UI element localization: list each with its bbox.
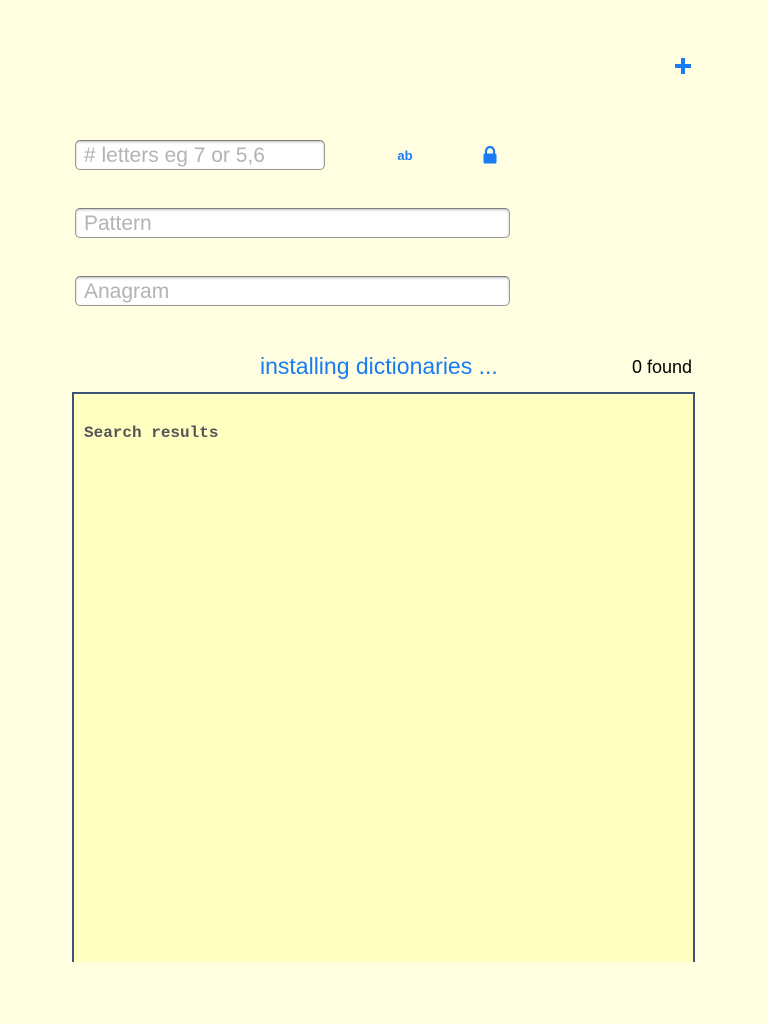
search-results-panel[interactable]: Search results [72, 392, 695, 962]
status-message: installing dictionaries ... [260, 353, 498, 379]
anagram-input[interactable] [75, 276, 510, 306]
lock-icon [483, 145, 497, 164]
ab-toggle-button[interactable]: ab [392, 147, 418, 165]
add-button[interactable] [672, 55, 694, 77]
search-results-label: Search results [84, 424, 219, 442]
found-count: 0 found [631, 357, 692, 377]
plus-icon [675, 58, 691, 74]
pattern-input[interactable] [75, 208, 510, 238]
letter-count-input[interactable] [75, 140, 325, 170]
lock-button[interactable] [482, 145, 498, 165]
